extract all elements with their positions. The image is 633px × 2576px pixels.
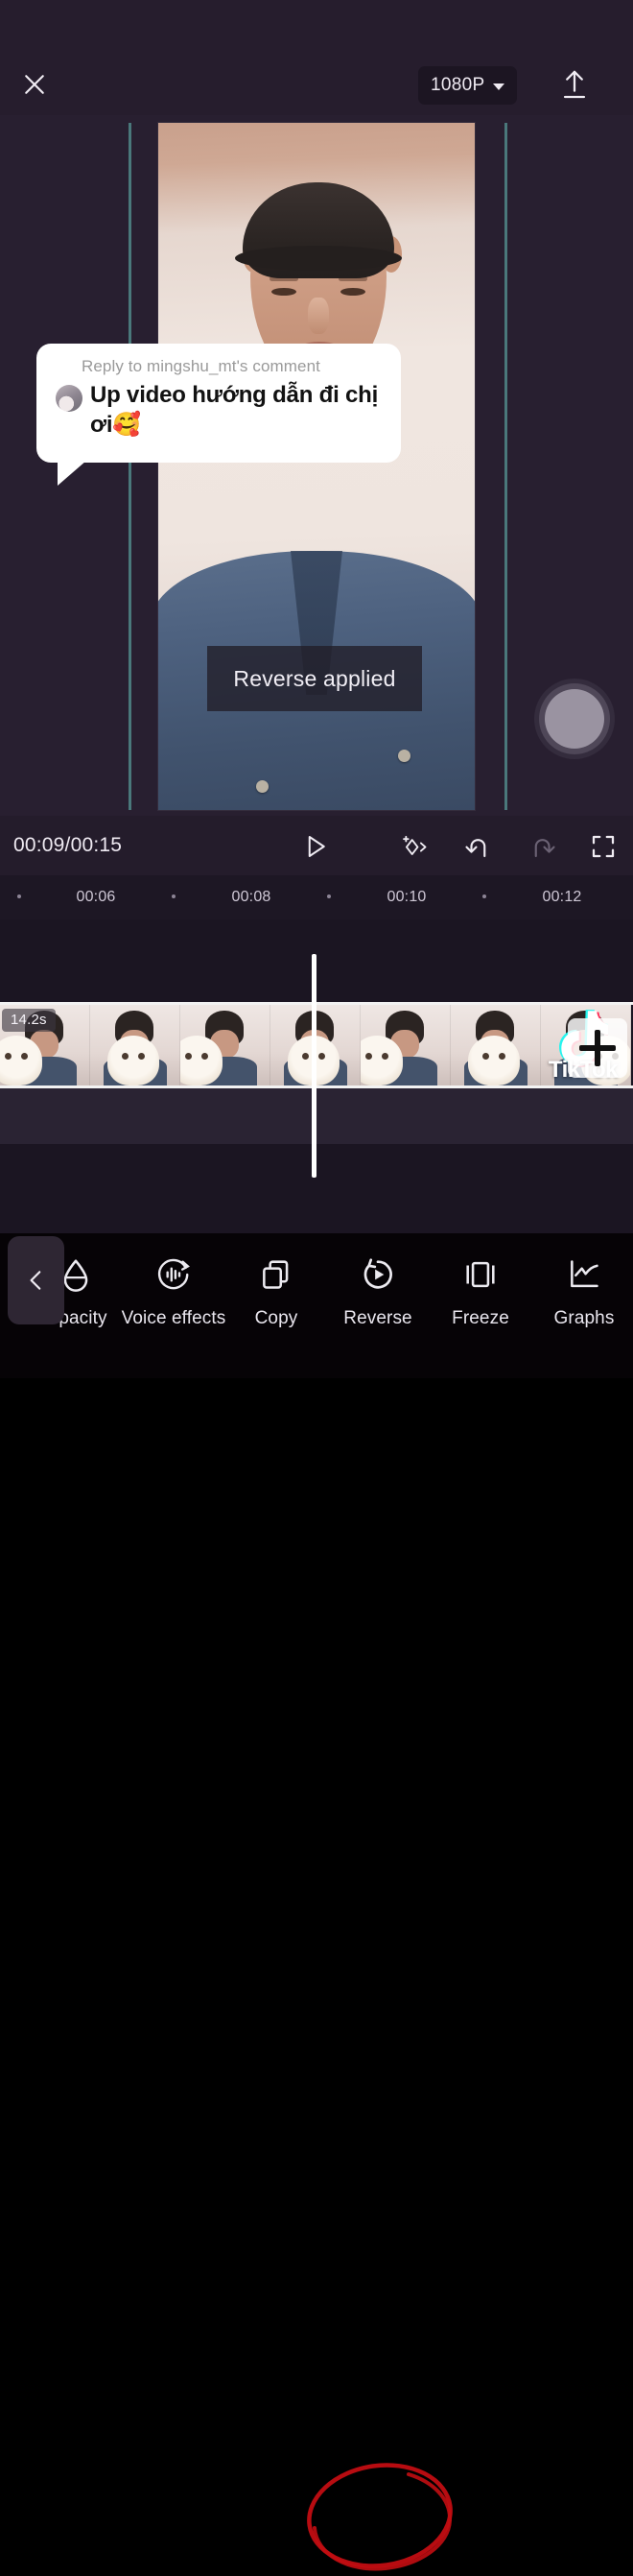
toast-text: Reverse applied — [233, 665, 396, 691]
playback-bar: 00:09/00:15 — [0, 816, 633, 875]
comment-sticker[interactable]: Reply to mingshu_mt's comment Up video h… — [36, 344, 401, 486]
timeline-playhead[interactable] — [312, 954, 316, 1178]
tool-freeze[interactable]: Freeze — [430, 1254, 531, 1329]
close-icon[interactable] — [13, 63, 56, 106]
tool-reverse[interactable]: Reverse — [327, 1254, 429, 1329]
capcut-editor-screen: 1080P Reply to mingshu_mt's comment Up v… — [0, 0, 633, 2571]
redo-icon[interactable] — [521, 827, 563, 866]
tool-label: Copy — [254, 1308, 298, 1328]
ruler-tick: 00:06 — [76, 889, 116, 905]
subject-eye — [271, 288, 296, 296]
ruler-dot — [17, 894, 21, 898]
comment-reply-label: Reply to mingshu_mt's comment — [82, 357, 320, 375]
video-track-clip[interactable]: 14.2s TikTok @ byirenenguyen — [0, 1002, 633, 1088]
jacket-button — [256, 780, 269, 793]
top-bar: 1080P — [0, 0, 633, 115]
guide-line-left — [129, 123, 131, 810]
tool-voice-effects[interactable]: Voice effects — [121, 1254, 226, 1329]
play-icon[interactable] — [294, 827, 337, 866]
tool-label: Voice effects — [121, 1308, 226, 1328]
ruler-dot — [482, 894, 486, 898]
expand-icon[interactable] — [582, 827, 624, 866]
resolution-selector[interactable]: 1080P — [418, 66, 518, 105]
jacket-button — [398, 750, 410, 762]
ruler-tick: 00:10 — [387, 889, 427, 905]
voice-effects-icon — [153, 1254, 194, 1295]
comment-text: Up video hướng dẫn đi chị ơi🥰 — [90, 382, 379, 438]
tool-label: Graphs — [553, 1308, 615, 1328]
clip-thumbnail — [361, 1005, 451, 1085]
status-toast: Reverse applied — [207, 646, 422, 711]
ruler-tick: 00:08 — [231, 889, 271, 905]
freeze-icon — [460, 1254, 501, 1295]
undo-icon[interactable] — [457, 827, 500, 866]
annotation-circle — [307, 2463, 453, 2571]
clip-duration-badge: 14.2s — [2, 1009, 56, 1032]
tool-label: Freeze — [452, 1308, 509, 1328]
timeline-ruler[interactable]: 00:06 00:08 00:10 00:12 — [0, 875, 633, 919]
tool-copy[interactable]: Copy — [225, 1254, 327, 1329]
tool-label: Reverse — [343, 1308, 412, 1328]
ruler-tick: 00:12 — [542, 889, 582, 905]
chevron-down-icon — [493, 83, 505, 90]
timeline-panel[interactable]: 14.2s TikTok @ byirenenguyen — [0, 919, 633, 1233]
comment-body: Up video hướng dẫn đi chị ơi🥰 — [56, 381, 384, 440]
audio-track-band[interactable] — [0, 1088, 633, 1144]
keyframe-plus-icon[interactable] — [393, 827, 435, 866]
time-code: 00:09/00:15 — [13, 834, 123, 856]
ruler-dot — [327, 894, 331, 898]
export-upload-icon[interactable] — [552, 61, 597, 109]
copy-icon — [256, 1254, 296, 1295]
add-clip-button[interactable] — [568, 1018, 627, 1078]
resolution-label: 1080P — [431, 75, 485, 95]
guide-line-right — [504, 123, 507, 810]
tool-graphs[interactable]: Graphs — [533, 1254, 633, 1329]
reverse-icon — [358, 1254, 398, 1295]
ruler-dot — [172, 894, 176, 898]
back-chevron-button[interactable] — [8, 1236, 64, 1324]
record-capture-button[interactable] — [545, 689, 604, 749]
clip-thumbnail — [180, 1005, 270, 1085]
clip-thumbnail — [90, 1005, 180, 1085]
subject-nose — [308, 298, 329, 334]
video-preview-area[interactable]: Reply to mingshu_mt's comment Up video h… — [0, 115, 633, 816]
subject-eye — [340, 288, 365, 296]
graphs-icon — [564, 1254, 604, 1295]
bottom-toolbar: Opacity Voice effects Copy Reverse Freez… — [0, 1233, 633, 2571]
commenter-avatar — [56, 385, 82, 412]
